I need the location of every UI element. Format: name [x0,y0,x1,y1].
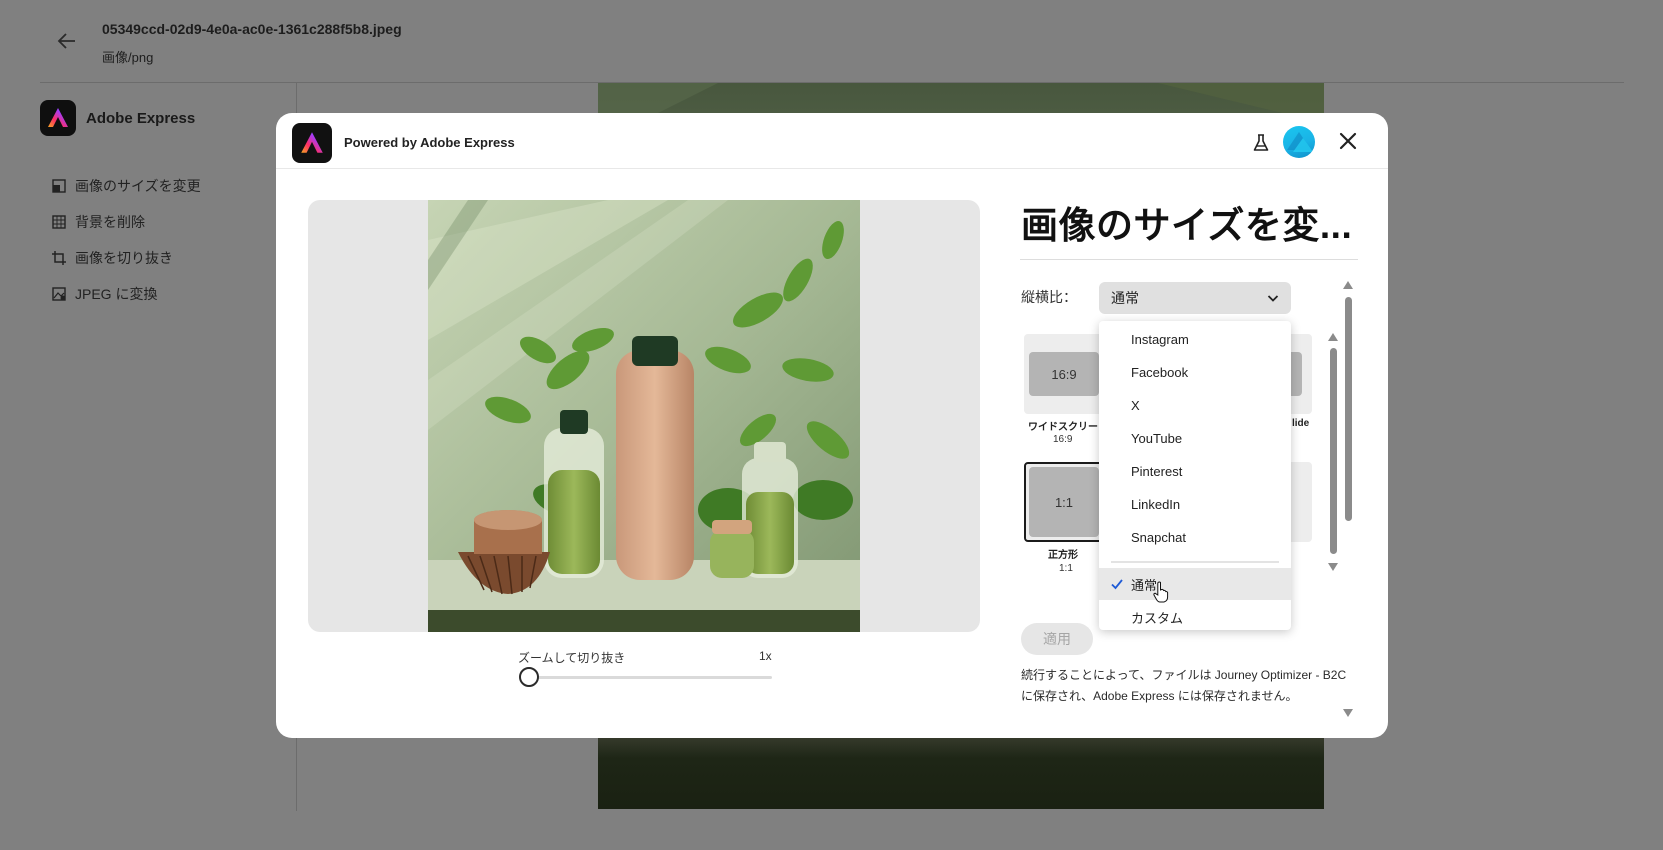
presets-scrollbar-thumb[interactable] [1330,348,1337,554]
preset-card-name: ワイドスクリー [1028,422,1098,433]
dropdown-option-label: 通常 [1131,577,1158,593]
panel-scrollbar-thumb[interactable] [1345,297,1352,521]
preset-card-name: lide [1292,418,1310,429]
sidebar-item-convert-jpeg[interactable]: JPEG に変換 [52,276,201,312]
dropdown-option-snapchat[interactable]: Snapchat [1099,521,1291,553]
remove-background-icon [52,215,66,229]
preset-ratio-box: 16:9 [1029,352,1099,396]
storage-notice: 続行することによって、ファイルは Journey Optimizer - B2C… [1021,668,1347,703]
file-type: 画像/png [102,50,154,65]
sidebar-menu: 画像のサイズを変更 背景を削除 画像を切り抜き JPEG に変換 [52,168,201,312]
dropdown-option-pinterest[interactable]: Pinterest [1099,455,1291,487]
panel-divider [1020,259,1358,260]
dropdown-option-custom[interactable]: カスタム [1099,601,1291,633]
dropdown-divider [1111,561,1279,563]
resize-icon [52,179,66,193]
aspect-ratio-label: 縦横比： [1021,289,1077,305]
sidebar-item-label: 画像を切り抜き [75,250,173,266]
back-arrow-icon[interactable] [56,30,82,56]
sidebar-item-label: 画像のサイズを変更 [75,178,201,194]
zoom-value: 1x [759,649,772,663]
apply-button[interactable]: 適用 [1021,623,1093,655]
preset-card-ratio: 16:9 [1053,434,1073,445]
dropdown-option-facebook[interactable]: Facebook [1099,356,1291,388]
product-photo [428,200,860,632]
dropdown-option-instagram[interactable]: Instagram [1099,323,1291,355]
presets-scrollbar[interactable] [1327,333,1339,571]
preset-ratio-box: 1:1 [1029,467,1099,537]
zoom-slider[interactable] [519,667,772,687]
zoom-crop-label: ズームして切り抜き [518,651,626,665]
adobe-express-logo-icon [292,123,332,163]
brand-name: Adobe Express [86,109,196,127]
sidebar-item-label: JPEG に変換 [75,286,158,302]
preset-card-widescreen[interactable]: 16:9 [1024,334,1106,414]
scroll-up-icon[interactable] [1343,281,1353,289]
dropdown-option-youtube[interactable]: YouTube [1099,422,1291,454]
panel-scrollbar[interactable] [1342,281,1354,717]
preset-card-ratio: 1:1 [1059,563,1073,574]
sidebar-item-crop[interactable]: 画像を切り抜き [52,240,201,276]
aspect-ratio-select[interactable]: 通常 [1099,282,1291,314]
flask-icon[interactable] [1251,133,1271,153]
avatar[interactable] [1283,126,1315,158]
resize-modal: Powered by Adobe Express ズームして切り抜き 1x 画像… [276,113,1388,738]
dropdown-option-linkedin[interactable]: LinkedIn [1099,488,1291,520]
modal-header: Powered by Adobe Express [276,113,1388,169]
aspect-ratio-dropdown: Instagram Facebook X YouTube Pinterest L… [1099,321,1291,630]
close-icon[interactable] [1336,129,1360,153]
scroll-down-icon[interactable] [1328,563,1338,571]
chevron-down-icon [1265,290,1281,306]
sidebar-item-remove-background[interactable]: 背景を削除 [52,204,201,240]
sidebar-brand: Adobe Express [40,100,195,136]
file-name: 05349ccd-02d9-4e0a-ac0e-1361c288f5b8.jpe… [102,21,402,37]
sidebar-item-label: 背景を削除 [75,214,145,230]
zoom-slider-thumb[interactable] [519,667,539,687]
convert-image-icon [52,287,66,301]
adobe-express-logo-icon [40,100,76,136]
dropdown-option-normal[interactable]: 通常 [1099,568,1291,600]
preset-card-name: 正方形 [1048,550,1078,561]
scroll-up-icon[interactable] [1328,333,1338,341]
checkmark-icon [1111,579,1123,590]
scroll-down-icon[interactable] [1343,709,1353,717]
aspect-ratio-value: 通常 [1111,290,1139,306]
modal-title: Powered by Adobe Express [344,135,515,150]
panel-title: 画像のサイズを変... [1021,205,1353,246]
crop-icon [52,251,66,265]
dropdown-option-x[interactable]: X [1099,389,1291,421]
sidebar-item-resize[interactable]: 画像のサイズを変更 [52,168,201,204]
preset-card-square[interactable]: 1:1 [1024,462,1106,542]
image-preview-area [308,200,980,632]
